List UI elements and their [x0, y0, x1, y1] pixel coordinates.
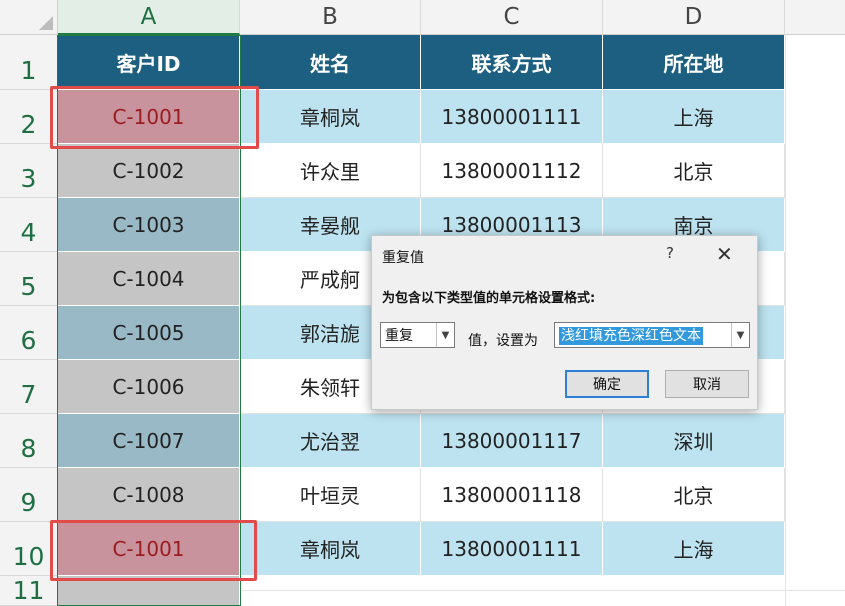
- duplicate-values-dialog: 重复值 ? ✕ 为包含以下类型值的单元格设置格式: 重复 ▼ 值，设置为 浅红填…: [371, 235, 758, 410]
- cell-b3[interactable]: 许众里: [240, 144, 421, 198]
- row-header-1[interactable]: 1: [0, 35, 58, 90]
- cell-d3[interactable]: 北京: [603, 144, 785, 198]
- cell-c3[interactable]: 13800001112: [421, 144, 603, 198]
- dialog-title: 重复值: [382, 250, 424, 266]
- ok-button[interactable]: 确定: [565, 370, 649, 398]
- header-cell-location[interactable]: 所在地: [603, 35, 785, 90]
- header-cell-name[interactable]: 姓名: [240, 35, 421, 90]
- header-cell-customer-id[interactable]: 客户ID: [58, 35, 240, 90]
- cell-c2[interactable]: 13800001111: [421, 90, 603, 144]
- dialog-prompt: 为包含以下类型值的单元格设置格式:: [382, 291, 596, 306]
- header-cell-contact[interactable]: 联系方式: [421, 35, 603, 90]
- duplicate-highlight-box-row-10: [50, 520, 257, 581]
- help-icon[interactable]: ?: [666, 244, 674, 262]
- value-type-selected: 重复: [385, 328, 413, 344]
- duplicate-highlight-box-row-2: [50, 86, 259, 149]
- cell-b10[interactable]: 章桐岚: [240, 522, 421, 576]
- set-to-label: 值，设置为: [468, 333, 538, 349]
- row-header-7[interactable]: 7: [0, 360, 58, 414]
- cell-c8[interactable]: 13800001117: [421, 414, 603, 468]
- chevron-down-icon[interactable]: ▼: [436, 323, 454, 347]
- gridline-row-11: [240, 590, 845, 591]
- select-all-corner[interactable]: [0, 0, 58, 35]
- cell-a9[interactable]: C-1008: [58, 468, 240, 522]
- cell-a6[interactable]: C-1005: [58, 306, 240, 360]
- column-header-b[interactable]: B: [240, 0, 421, 35]
- cell-d2[interactable]: 上海: [603, 90, 785, 144]
- column-header-c[interactable]: C: [421, 0, 603, 35]
- format-select[interactable]: 浅红填充色深红色文本 ▼: [554, 322, 750, 348]
- cancel-button[interactable]: 取消: [665, 370, 749, 398]
- cell-a4[interactable]: C-1003: [58, 198, 240, 252]
- row-header-8[interactable]: 8: [0, 414, 58, 468]
- column-header-e-partial[interactable]: [785, 0, 845, 35]
- cell-a5[interactable]: C-1004: [58, 252, 240, 306]
- cell-b8[interactable]: 尤治翌: [240, 414, 421, 468]
- chevron-down-icon[interactable]: ▼: [731, 323, 749, 347]
- cell-c9[interactable]: 13800001118: [421, 468, 603, 522]
- close-icon[interactable]: ✕: [716, 242, 733, 266]
- cell-d8[interactable]: 深圳: [603, 414, 785, 468]
- cell-a7[interactable]: C-1006: [58, 360, 240, 414]
- cell-c10[interactable]: 13800001111: [421, 522, 603, 576]
- row-header-9[interactable]: 9: [0, 468, 58, 522]
- format-selected: 浅红填充色深红色文本: [559, 327, 703, 345]
- cell-a3[interactable]: C-1002: [58, 144, 240, 198]
- select-all-triangle: [39, 16, 53, 30]
- row-header-11[interactable]: 11: [0, 576, 58, 606]
- row-header-3[interactable]: 3: [0, 144, 58, 198]
- row-header-5[interactable]: 5: [0, 252, 58, 306]
- cell-d9[interactable]: 北京: [603, 468, 785, 522]
- column-header-a[interactable]: A: [58, 0, 240, 35]
- value-type-select[interactable]: 重复 ▼: [380, 322, 455, 348]
- cell-a8[interactable]: C-1007: [58, 414, 240, 468]
- row-header-6[interactable]: 6: [0, 306, 58, 360]
- cell-b2[interactable]: 章桐岚: [240, 90, 421, 144]
- cell-b9[interactable]: 叶垣灵: [240, 468, 421, 522]
- cell-d10[interactable]: 上海: [603, 522, 785, 576]
- row-header-4[interactable]: 4: [0, 198, 58, 252]
- gridline-e: [785, 35, 786, 606]
- column-header-d[interactable]: D: [603, 0, 785, 35]
